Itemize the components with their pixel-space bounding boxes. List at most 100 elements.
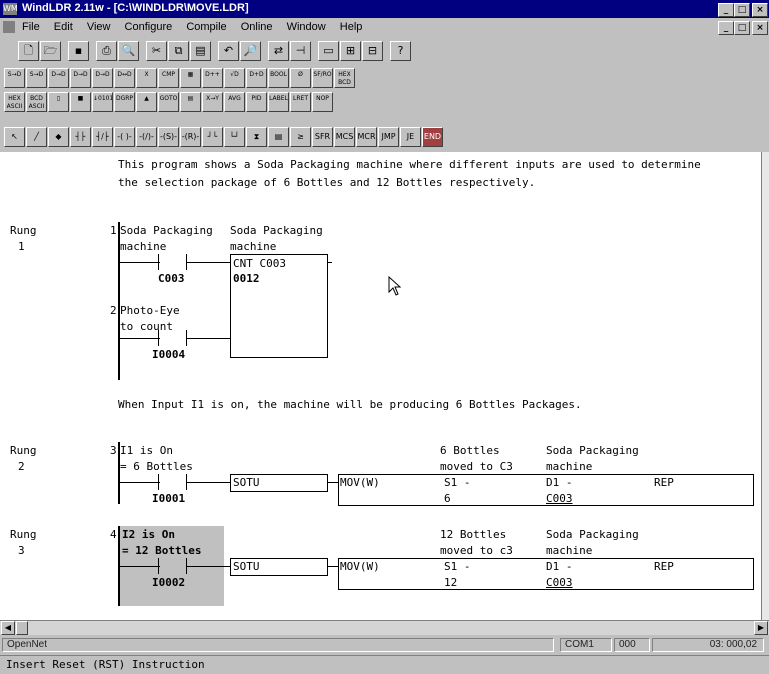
menu-edit[interactable]: Edit <box>54 21 73 33</box>
menu-view[interactable]: View <box>87 21 111 33</box>
mcr-icon[interactable]: MCR <box>356 127 377 147</box>
instruction-button[interactable]: HEX BCD <box>334 68 355 88</box>
instruction-button[interactable]: AVG <box>224 92 245 112</box>
menu-window[interactable]: Window <box>287 21 326 33</box>
instruction-button[interactable]: X→Y <box>202 92 223 112</box>
instruction-button[interactable]: D↔D <box>114 68 135 88</box>
contact-symbol[interactable] <box>158 558 159 574</box>
contact-symbol[interactable] <box>158 474 159 490</box>
paste-icon[interactable]: ▤ <box>190 41 211 61</box>
scroll-thumb[interactable] <box>16 621 28 635</box>
close-button[interactable]: × <box>752 3 768 17</box>
title-bar[interactable]: WM WindLDR 2.11w - [C:\WINDLDR\MOVE.LDR]… <box>0 0 769 18</box>
maximize-button[interactable]: □ <box>734 3 750 17</box>
instruction-button[interactable]: X <box>136 68 157 88</box>
end-icon[interactable]: END <box>422 127 443 147</box>
save-icon[interactable]: ▪ <box>68 41 89 61</box>
transfer-icon[interactable]: ⊟ <box>362 41 383 61</box>
contact-operand[interactable]: I0004 <box>152 348 185 361</box>
new-icon[interactable]: 🗋 <box>18 41 39 61</box>
contact-operand[interactable]: I0002 <box>152 576 185 589</box>
jump-icon[interactable]: JMP <box>378 127 399 147</box>
vertical-scrollbar[interactable] <box>761 152 769 620</box>
print-icon[interactable]: ⎙ <box>96 41 117 61</box>
instruction-button[interactable]: S→D <box>4 68 25 88</box>
instruction-button[interactable]: ■ <box>70 92 91 112</box>
contact-operand[interactable]: I0001 <box>152 492 185 505</box>
find-icon[interactable]: 🔎 <box>240 41 261 61</box>
instruction-button[interactable]: ↓0101 <box>92 92 113 112</box>
nc-coil-icon[interactable]: -(/)- <box>136 127 157 147</box>
dest-value[interactable]: C003 <box>546 576 573 589</box>
eraser-icon[interactable]: ◆ <box>48 127 69 147</box>
instruction-button[interactable]: SF/RO <box>312 68 333 88</box>
instruction-button[interactable]: ▯ <box>48 92 69 112</box>
print-preview-icon[interactable]: 🔍 <box>118 41 139 61</box>
minimize-button[interactable]: _ <box>718 3 734 17</box>
instruction-button[interactable]: PID <box>246 92 267 112</box>
line-draw-icon[interactable]: ╱ <box>26 127 47 147</box>
instruction-button[interactable]: LABEL <box>268 92 289 112</box>
instruction-button[interactable]: HEX ASCII <box>4 92 25 112</box>
ladder-editor[interactable]: This program shows a Soda Packaging mach… <box>0 152 761 620</box>
timer-icon[interactable]: ⧗ <box>246 127 267 147</box>
coil-icon[interactable]: -( )- <box>114 127 135 147</box>
contact-operand[interactable]: C003 <box>158 272 185 285</box>
instruction-button[interactable]: D++ <box>202 68 223 88</box>
mcs-icon[interactable]: MCS <box>334 127 355 147</box>
scroll-left-arrow-icon[interactable]: ◀ <box>1 621 15 635</box>
instruction-button[interactable]: LRET <box>290 92 311 112</box>
monitor-icon[interactable]: ⊞ <box>340 41 361 61</box>
instruction-button[interactable]: BCD ASCII <box>26 92 47 112</box>
counter-icon[interactable]: ▤ <box>268 127 289 147</box>
menu-help[interactable]: Help <box>340 21 363 33</box>
instruction-button[interactable]: S→D <box>26 68 47 88</box>
doc-minimize-button[interactable]: _ <box>718 21 734 35</box>
menu-online[interactable]: Online <box>241 21 273 33</box>
instruction-button[interactable]: ▦ <box>180 68 201 88</box>
cut-icon[interactable]: ✂ <box>146 41 167 61</box>
instruction-button[interactable]: ▲ <box>136 92 157 112</box>
contact-symbol[interactable] <box>158 254 159 270</box>
window-icon[interactable]: ▭ <box>318 41 339 61</box>
rising-edge-icon[interactable]: ┘└ <box>202 127 223 147</box>
copy-icon[interactable]: ⧉ <box>168 41 189 61</box>
menu-file[interactable]: File <box>22 21 40 33</box>
set-coil-icon[interactable]: -(S)- <box>158 127 179 147</box>
document-icon[interactable] <box>3 21 15 33</box>
compare-icon[interactable]: ≥ <box>290 127 311 147</box>
undo-icon[interactable]: ↶ <box>218 41 239 61</box>
instruction-button[interactable]: DGRP <box>114 92 135 112</box>
menu-compile[interactable]: Compile <box>186 21 226 33</box>
goto-rung-icon[interactable]: ⊣ <box>290 41 311 61</box>
instruction-button[interactable]: √D <box>224 68 245 88</box>
shift-icon[interactable]: SFR <box>312 127 333 147</box>
doc-restore-button[interactable]: □ <box>734 21 750 35</box>
jend-icon[interactable]: JE <box>400 127 421 147</box>
instruction-button[interactable]: D→D <box>92 68 113 88</box>
no-contact-icon[interactable]: ┤├ <box>70 127 91 147</box>
app-icon[interactable]: WM <box>3 3 18 15</box>
instruction-button[interactable]: D→D <box>70 68 91 88</box>
instruction-button[interactable]: D→D <box>48 68 69 88</box>
falling-edge-icon[interactable]: └┘ <box>224 127 245 147</box>
pointer-icon[interactable]: ↖ <box>4 127 25 147</box>
instruction-button[interactable]: Ø <box>290 68 311 88</box>
dest-value[interactable]: C003 <box>546 492 573 505</box>
help-icon[interactable]: ? <box>390 41 411 61</box>
reset-coil-icon[interactable]: -(R)- <box>180 127 201 147</box>
replace-icon[interactable]: ⇄ <box>268 41 289 61</box>
instruction-button[interactable]: NOP <box>312 92 333 112</box>
instruction-button[interactable]: GOTO <box>158 92 179 112</box>
menu-configure[interactable]: Configure <box>125 21 173 33</box>
open-icon[interactable]: 🗁 <box>40 41 61 61</box>
horizontal-scrollbar[interactable]: ◀ ▶ <box>0 620 769 635</box>
doc-close-button[interactable]: × <box>752 21 768 35</box>
source-value[interactable]: 6 <box>444 492 451 505</box>
source-value[interactable]: 12 <box>444 576 457 589</box>
instruction-button[interactable]: ▤ <box>180 92 201 112</box>
instruction-button[interactable]: D+D <box>246 68 267 88</box>
scroll-right-arrow-icon[interactable]: ▶ <box>754 621 768 635</box>
instruction-button[interactable]: CMP <box>158 68 179 88</box>
nc-contact-icon[interactable]: ┤/├ <box>92 127 113 147</box>
